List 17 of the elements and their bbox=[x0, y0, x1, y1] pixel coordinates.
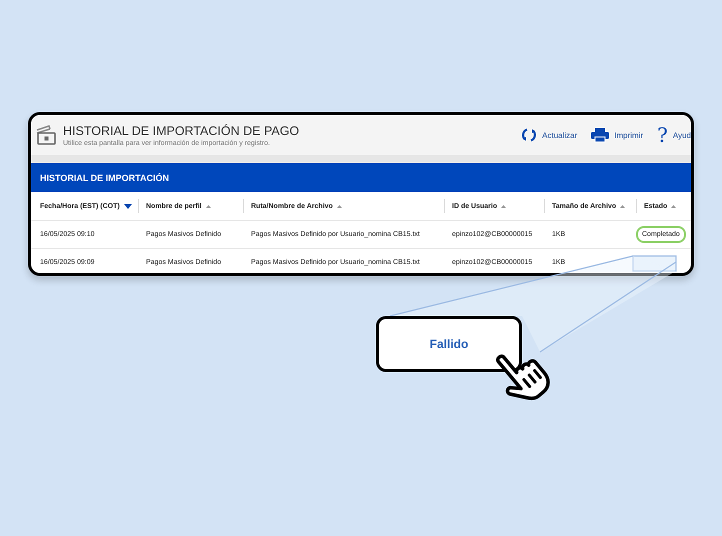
sort-ascending-icon bbox=[336, 204, 342, 208]
refresh-icon bbox=[521, 127, 538, 143]
help-icon: ? bbox=[657, 125, 668, 145]
sort-ascending-icon bbox=[206, 204, 211, 208]
sort-descending-icon bbox=[124, 204, 132, 208]
hand-cursor-icon bbox=[496, 354, 550, 400]
sort-ascending-icon bbox=[671, 204, 676, 208]
section-title: HISTORIAL DE IMPORTACIÓN bbox=[40, 172, 170, 182]
status-callout: Fallido bbox=[376, 316, 522, 372]
help-button[interactable]: ? Ayud bbox=[657, 125, 691, 145]
refresh-button[interactable]: Actualizar bbox=[521, 127, 578, 143]
printer-icon bbox=[591, 127, 610, 143]
print-button[interactable]: Imprimir bbox=[591, 127, 644, 143]
sort-ascending-icon bbox=[620, 204, 626, 208]
page-title: HISTORIAL DE IMPORTACIÓN DE PAGO bbox=[63, 124, 300, 138]
sort-ascending-icon bbox=[501, 204, 506, 208]
cash-icon bbox=[35, 124, 57, 146]
